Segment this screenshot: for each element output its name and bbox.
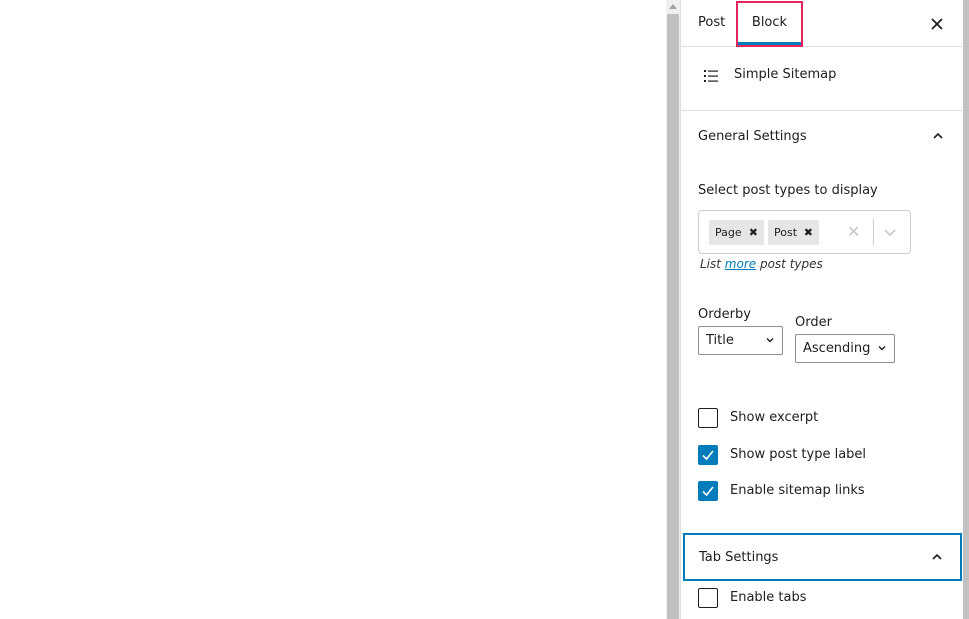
sidebar-scrollbar[interactable] — [963, 0, 969, 619]
general-settings-toggle[interactable]: General Settings — [681, 111, 963, 163]
scroll-up-arrow-icon[interactable] — [669, 4, 677, 9]
orderby-label: Orderby — [698, 307, 751, 322]
sidebar-tabs: Post Block — [681, 0, 963, 47]
remove-chip-icon[interactable]: ✖ — [804, 220, 813, 245]
close-icon — [931, 18, 943, 30]
editor-canvas — [0, 0, 666, 619]
list-icon — [704, 70, 718, 82]
order-label: Order — [795, 315, 832, 330]
post-types-help: List more post types — [700, 257, 823, 271]
tab-block[interactable]: Block — [736, 0, 803, 47]
multiselect-divider — [873, 219, 874, 245]
chevron-up-icon — [932, 553, 942, 560]
help-suffix: post types — [756, 257, 823, 271]
chip-label: Post — [774, 226, 798, 239]
show-excerpt-checkbox[interactable] — [698, 408, 718, 428]
show-post-type-label-label: Show post type label — [730, 447, 867, 462]
enable-tabs-label: Enable tabs — [730, 590, 807, 605]
enable-sitemap-links-label: Enable sitemap links — [730, 483, 865, 498]
chip-label: Page — [715, 226, 742, 239]
orderby-value: Title — [706, 333, 734, 348]
block-card: Simple Sitemap — [681, 47, 963, 111]
post-types-label: Select post types to display — [698, 183, 878, 198]
more-post-types-link[interactable]: more — [725, 257, 756, 271]
order-value: Ascending — [803, 341, 871, 356]
chip-page: Page ✖ — [709, 220, 764, 245]
chevron-down-icon[interactable] — [883, 225, 897, 239]
scrollbar-thumb[interactable] — [667, 14, 679, 619]
post-types-multiselect[interactable]: Page ✖ Post ✖ ✕ — [698, 210, 911, 254]
general-settings-title: General Settings — [698, 129, 807, 144]
enable-tabs-checkbox[interactable] — [698, 588, 718, 608]
close-sidebar-button[interactable] — [925, 12, 949, 36]
clear-all-icon[interactable]: ✕ — [847, 221, 860, 243]
block-title: Simple Sitemap — [734, 67, 837, 82]
chevron-up-icon — [933, 132, 943, 139]
order-select[interactable]: Ascending — [795, 334, 895, 363]
tab-post[interactable]: Post — [698, 0, 725, 47]
chevron-down-icon — [878, 346, 886, 351]
show-post-type-label-checkbox[interactable] — [698, 445, 718, 465]
remove-chip-icon[interactable]: ✖ — [749, 220, 758, 245]
checkmark-icon — [702, 486, 714, 497]
help-prefix: List — [700, 257, 725, 271]
chip-post: Post ✖ — [768, 220, 819, 245]
enable-sitemap-links-checkbox[interactable] — [698, 481, 718, 501]
tab-settings-toggle[interactable]: Tab Settings — [683, 533, 962, 581]
orderby-select[interactable]: Title — [698, 326, 783, 355]
tab-settings-title: Tab Settings — [699, 550, 779, 565]
checkmark-icon — [702, 450, 714, 461]
show-excerpt-label: Show excerpt — [730, 410, 819, 425]
editor-scrollbar[interactable] — [666, 0, 680, 619]
tab-highlight-box — [736, 1, 803, 47]
chevron-down-icon — [766, 338, 774, 343]
settings-sidebar: Post Block Simple Sitemap General Settin… — [680, 0, 964, 619]
